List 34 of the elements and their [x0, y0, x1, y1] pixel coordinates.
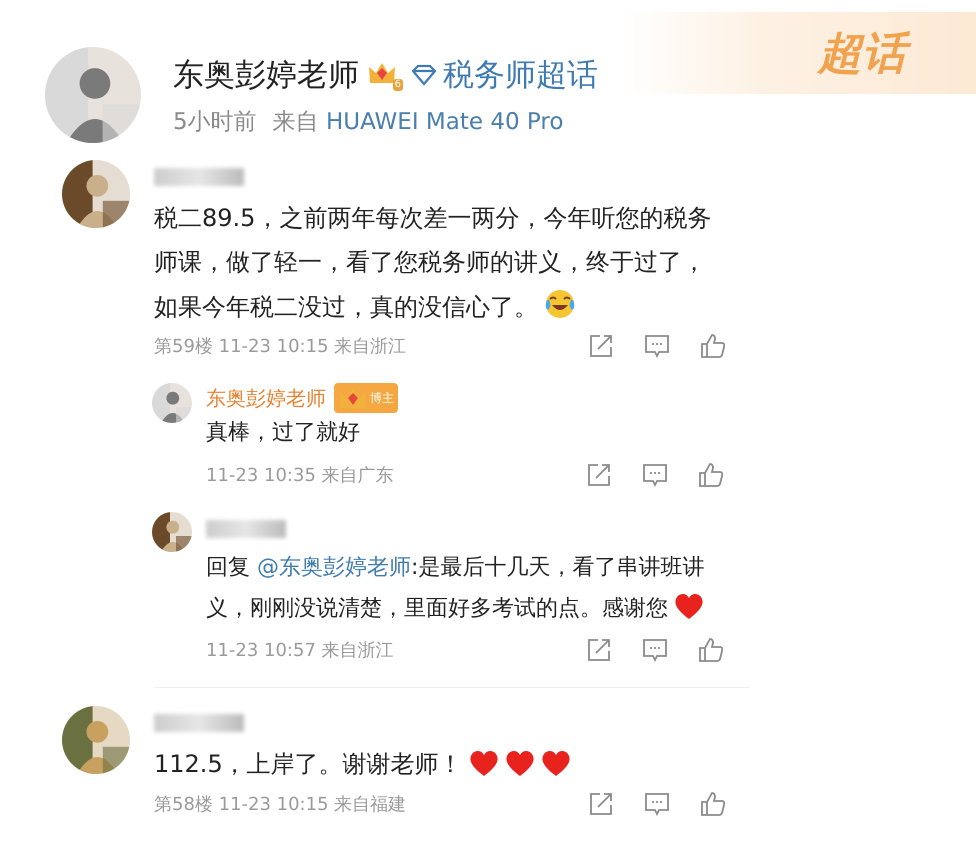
- reply-meta: 11-23 10:35 来自广东: [206, 464, 394, 487]
- comment-icon[interactable]: [644, 790, 670, 817]
- heart-icon: [504, 749, 535, 778]
- like-icon[interactable]: [700, 333, 726, 360]
- share-icon[interactable]: [586, 462, 612, 488]
- laughing-crying-emoji-icon: [544, 288, 576, 320]
- post-source: 来自 HUAWEI Mate 40 Pro: [272, 108, 564, 136]
- crown-level-badge: 6: [367, 58, 403, 90]
- reply-text: 回复 @东奥彭婷老师:是最后十几天，看了串讲班讲义，刚刚没说清楚，里面好多考试的点。感谢您: [206, 554, 706, 623]
- like-icon[interactable]: [698, 462, 724, 488]
- heart-icon: [540, 749, 571, 778]
- reply-meta: 11-23 10:57 来自浙江: [206, 639, 394, 662]
- diamond-icon: [411, 64, 437, 86]
- share-icon[interactable]: [588, 333, 614, 360]
- comment-meta: 第58楼 11-23 10:15 来自福建: [154, 792, 406, 816]
- share-icon[interactable]: [586, 637, 612, 664]
- like-icon[interactable]: [700, 790, 726, 817]
- mention-link[interactable]: @东奥彭婷老师: [257, 554, 411, 580]
- reply-text: 真棒，过了就好: [206, 419, 361, 448]
- blogger-badge: 博主: [334, 383, 398, 414]
- share-icon[interactable]: [588, 790, 614, 817]
- heart-icon: [468, 749, 499, 778]
- post-time: 5小时前: [173, 108, 257, 136]
- like-icon[interactable]: [698, 637, 724, 664]
- reply-author[interactable]: 东奥彭婷老师: [206, 384, 326, 412]
- comment-text: 税二89.5，之前两年每次差一两分，今年听您的税务师课，做了轻一，看了您税务师的讲义，终于过了，如果今年税二没过，真的没信心了。: [154, 203, 712, 323]
- comment-icon[interactable]: [642, 462, 668, 488]
- comment-icon[interactable]: [642, 637, 668, 664]
- comment-icon[interactable]: [644, 333, 670, 360]
- comment-text: 112.5，上岸了。谢谢老师！: [154, 742, 726, 787]
- author-name[interactable]: 东奥彭婷老师: [173, 54, 359, 96]
- heart-icon: [674, 592, 704, 620]
- topic-link[interactable]: 税务师超话: [411, 54, 598, 96]
- comment-meta: 第59楼 11-23 10:15 来自浙江: [154, 335, 406, 358]
